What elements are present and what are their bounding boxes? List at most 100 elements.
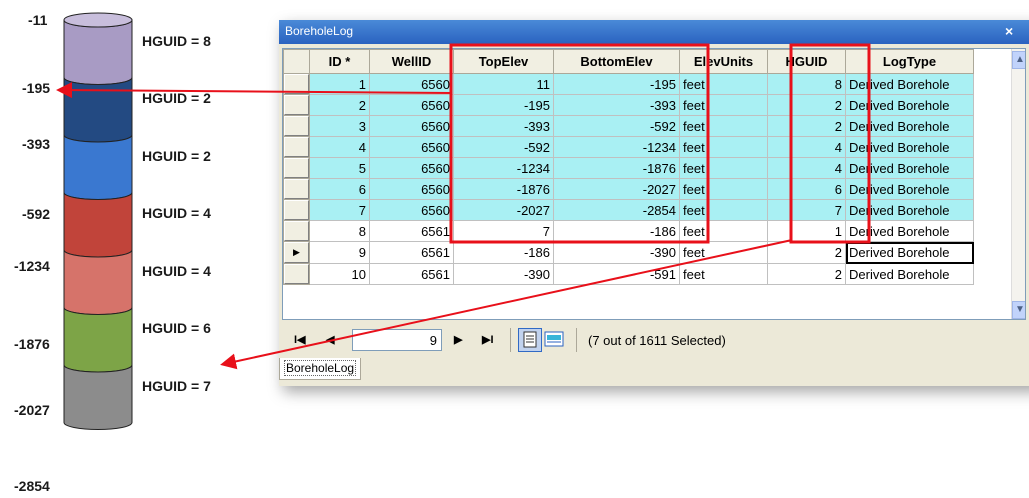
table-row[interactable]: 8 6561 7 -186 feet 1 Derived Borehole bbox=[283, 220, 974, 242]
header-corner[interactable] bbox=[283, 49, 310, 74]
table-cell[interactable]: 6560 bbox=[369, 115, 454, 137]
row-selector[interactable] bbox=[283, 94, 310, 116]
table-cell[interactable]: Derived Borehole bbox=[845, 115, 974, 137]
table-cell[interactable]: -1876 bbox=[553, 157, 680, 179]
title-bar[interactable]: BoreholeLog × bbox=[279, 20, 1029, 44]
table-cell[interactable]: feet bbox=[679, 241, 768, 264]
vertical-scrollbar[interactable]: ▲ ▼ bbox=[1011, 49, 1025, 319]
next-record-button[interactable]: ▶ bbox=[454, 333, 462, 346]
previous-record-button[interactable]: ◀ bbox=[326, 333, 334, 346]
column-header[interactable]: HGUID bbox=[767, 49, 846, 74]
table-cell[interactable]: Derived Borehole bbox=[845, 199, 974, 221]
table-cell[interactable]: Derived Borehole bbox=[845, 263, 974, 285]
table-cell[interactable]: Derived Borehole bbox=[845, 73, 974, 95]
table-cell[interactable]: -2854 bbox=[553, 199, 680, 221]
table-cell[interactable]: 6561 bbox=[369, 263, 454, 285]
table-cell[interactable]: 6560 bbox=[369, 73, 454, 95]
row-selector[interactable] bbox=[283, 136, 310, 158]
table-cell[interactable]: 1 bbox=[309, 73, 370, 95]
table-cell[interactable]: 9 bbox=[309, 241, 370, 264]
table-cell[interactable]: 6560 bbox=[369, 199, 454, 221]
row-selector[interactable] bbox=[283, 199, 310, 221]
table-row[interactable]: 3 6560 -393 -592 feet 2 Derived Borehole bbox=[283, 115, 974, 137]
scroll-down-icon[interactable]: ▼ bbox=[1012, 301, 1025, 319]
table-cell[interactable]: 4 bbox=[767, 157, 846, 179]
row-selector[interactable] bbox=[283, 115, 310, 137]
table-row[interactable]: 5 6560 -1234 -1876 feet 4 Derived Borehole bbox=[283, 157, 974, 179]
table-cell[interactable]: Derived Borehole bbox=[845, 94, 974, 116]
first-record-button[interactable]: I◀ bbox=[294, 333, 306, 346]
table-cell[interactable]: feet bbox=[679, 178, 768, 200]
row-selector[interactable] bbox=[283, 178, 310, 200]
table-cell[interactable]: feet bbox=[679, 94, 768, 116]
table-cell[interactable]: feet bbox=[679, 220, 768, 242]
current-record-field[interactable]: 9 bbox=[352, 329, 442, 351]
table-cell[interactable]: 6 bbox=[767, 178, 846, 200]
scroll-up-icon[interactable]: ▲ bbox=[1012, 51, 1025, 69]
table-cell[interactable]: feet bbox=[679, 157, 768, 179]
table-row[interactable]: ▶ 9 6561 -186 -390 feet 2 Derived Borehole bbox=[283, 241, 974, 264]
table-cell[interactable]: 6560 bbox=[369, 157, 454, 179]
table-cell[interactable]: 8 bbox=[309, 220, 370, 242]
table-cell[interactable]: 11 bbox=[453, 73, 554, 95]
table-cell[interactable]: 1 bbox=[767, 220, 846, 242]
table-cell[interactable]: -1234 bbox=[553, 136, 680, 158]
table-cell[interactable]: feet bbox=[679, 115, 768, 137]
column-header[interactable]: TopElev bbox=[453, 49, 554, 74]
table-cell[interactable]: 4 bbox=[767, 136, 846, 158]
table-cell[interactable]: 8 bbox=[767, 73, 846, 95]
row-selector[interactable] bbox=[283, 263, 310, 285]
column-header[interactable]: WellID bbox=[369, 49, 454, 74]
table-cell[interactable]: feet bbox=[679, 73, 768, 95]
table-cell[interactable]: 6 bbox=[309, 178, 370, 200]
table-cell[interactable]: -390 bbox=[453, 263, 554, 285]
table-cell[interactable]: -592 bbox=[553, 115, 680, 137]
row-selector[interactable] bbox=[283, 157, 310, 179]
table-cell[interactable]: -393 bbox=[453, 115, 554, 137]
table-cell[interactable]: 10 bbox=[309, 263, 370, 285]
table-cell[interactable]: 7 bbox=[453, 220, 554, 242]
table-cell[interactable]: 2 bbox=[767, 241, 846, 264]
table-row[interactable]: 7 6560 -2027 -2854 feet 7 Derived Borehole bbox=[283, 199, 974, 221]
table-cell[interactable]: -1876 bbox=[453, 178, 554, 200]
table-cell[interactable]: -2027 bbox=[453, 199, 554, 221]
table-cell[interactable]: feet bbox=[679, 136, 768, 158]
table-cell[interactable]: 6560 bbox=[369, 136, 454, 158]
table-cell[interactable]: Derived Borehole bbox=[845, 241, 974, 264]
table-cell[interactable]: 6560 bbox=[369, 94, 454, 116]
table-cell[interactable]: 4 bbox=[309, 136, 370, 158]
table-row[interactable]: 6 6560 -1876 -2027 feet 6 Derived Borehole bbox=[283, 178, 974, 200]
table-cell[interactable]: -390 bbox=[553, 241, 680, 264]
column-header[interactable]: ElevUnits bbox=[679, 49, 768, 74]
table-cell[interactable]: -393 bbox=[553, 94, 680, 116]
row-selector[interactable] bbox=[283, 220, 310, 242]
column-header[interactable]: LogType bbox=[845, 49, 974, 74]
table-cell[interactable]: 2 bbox=[767, 115, 846, 137]
close-icon[interactable]: × bbox=[1005, 23, 1013, 39]
table-cell[interactable]: -591 bbox=[553, 263, 680, 285]
table-cell[interactable]: -195 bbox=[453, 94, 554, 116]
table-cell[interactable]: 7 bbox=[309, 199, 370, 221]
table-cell[interactable]: 2 bbox=[767, 94, 846, 116]
show-selected-records-icon[interactable] bbox=[544, 331, 564, 347]
table-cell[interactable]: 6561 bbox=[369, 220, 454, 242]
row-selector[interactable]: ▶ bbox=[283, 241, 310, 264]
tab-boreholelog[interactable]: BoreholeLog bbox=[279, 358, 362, 380]
table-cell[interactable]: Derived Borehole bbox=[845, 178, 974, 200]
table-cell[interactable]: -186 bbox=[453, 241, 554, 264]
table-cell[interactable]: -2027 bbox=[553, 178, 680, 200]
table-cell[interactable]: -195 bbox=[553, 73, 680, 95]
table-cell[interactable]: 7 bbox=[767, 199, 846, 221]
table-row[interactable]: 2 6560 -195 -393 feet 2 Derived Borehole bbox=[283, 94, 974, 116]
table-cell[interactable]: -186 bbox=[553, 220, 680, 242]
table-cell[interactable]: 5 bbox=[309, 157, 370, 179]
table-cell[interactable]: 2 bbox=[767, 263, 846, 285]
table-cell[interactable]: -592 bbox=[453, 136, 554, 158]
table-cell[interactable]: 6561 bbox=[369, 241, 454, 264]
table-cell[interactable]: Derived Borehole bbox=[845, 157, 974, 179]
table-cell[interactable]: 2 bbox=[309, 94, 370, 116]
table-cell[interactable]: 6560 bbox=[369, 178, 454, 200]
table-cell[interactable]: Derived Borehole bbox=[845, 220, 974, 242]
table-cell[interactable]: feet bbox=[679, 199, 768, 221]
row-selector[interactable] bbox=[283, 73, 310, 95]
